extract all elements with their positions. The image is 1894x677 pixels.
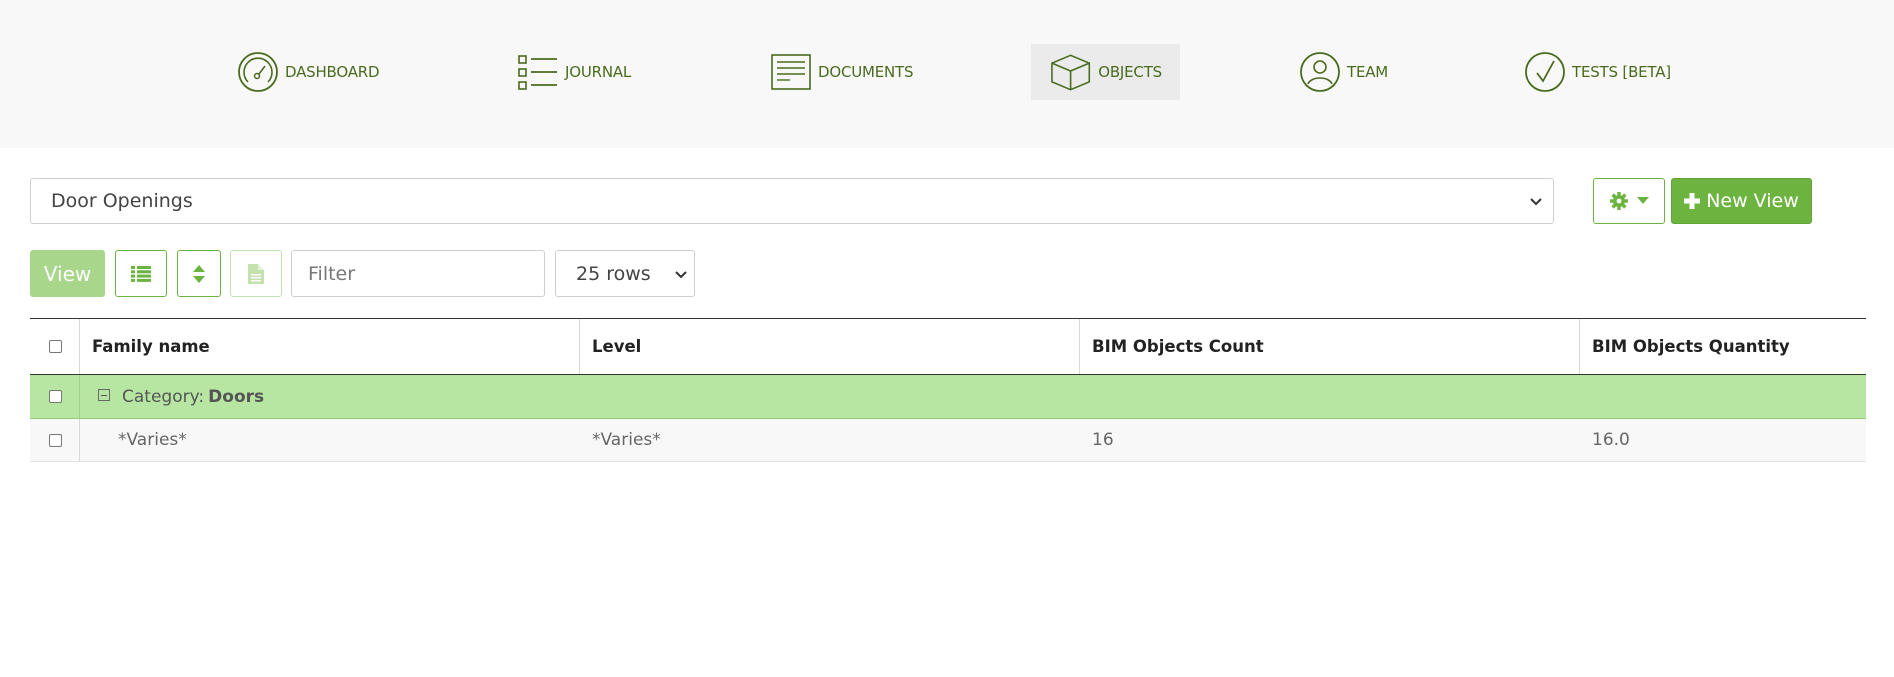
document-icon: [248, 263, 264, 284]
group-label: Category: Doors: [98, 375, 264, 418]
new-view-label: New View: [1706, 190, 1799, 212]
list-view-button[interactable]: [115, 250, 167, 297]
nav-dashboard-label: DASHBOARD: [285, 63, 380, 81]
new-view-button[interactable]: New View: [1671, 178, 1812, 224]
objects-cube-icon: [1051, 54, 1091, 91]
view-button-label: View: [43, 261, 92, 286]
column-header-label: BIM Objects Quantity: [1592, 337, 1790, 356]
nav-objects[interactable]: OBJECTS: [1031, 44, 1180, 100]
dashboard-gauge-icon: [238, 52, 278, 92]
view-selector-value: Door Openings: [51, 190, 193, 212]
objects-table: Family name Level BIM Objects Count BIM …: [30, 318, 1866, 462]
nav-dashboard[interactable]: DASHBOARD: [219, 44, 397, 100]
table-row[interactable]: *Varies* *Varies* 16 16.0: [30, 419, 1866, 462]
cell-text: *Varies*: [118, 430, 187, 450]
collapse-icon[interactable]: [98, 388, 110, 401]
cell-level: *Varies*: [592, 419, 661, 461]
tests-check-icon: [1525, 52, 1565, 92]
group-prefix: Category:: [122, 386, 205, 407]
group-name: Doors: [208, 386, 265, 407]
select-all-checkbox[interactable]: [48, 340, 62, 353]
nav-team-label: TEAM: [1347, 63, 1389, 81]
group-checkbox[interactable]: [48, 390, 62, 403]
table-header: Family name Level BIM Objects Count BIM …: [30, 318, 1866, 375]
plus-icon: [1684, 193, 1701, 209]
nav-documents-label: DOCUMENTS: [818, 63, 914, 81]
cell-bim-objects-quantity: 16.0: [1592, 419, 1630, 461]
rows-per-page-select[interactable]: 25 rows: [555, 250, 695, 297]
journal-list-icon: [518, 55, 557, 90]
column-header-family-name[interactable]: Family name: [80, 319, 580, 374]
column-header-level[interactable]: Level: [580, 319, 1080, 374]
rows-per-page-value: 25 rows: [576, 262, 651, 285]
column-header-label: BIM Objects Count: [1092, 337, 1264, 356]
column-header-label: Family name: [92, 337, 210, 356]
nav-journal[interactable]: JOURNAL: [499, 44, 649, 100]
select-all-cell: [30, 319, 80, 374]
row-checkbox[interactable]: [48, 433, 62, 447]
column-divider: [79, 419, 80, 461]
column-header-bim-objects-count[interactable]: BIM Objects Count: [1080, 319, 1580, 374]
nav-documents[interactable]: DOCUMENTS: [752, 44, 931, 100]
nav-journal-label: JOURNAL: [565, 63, 632, 81]
column-header-label: Level: [592, 337, 642, 356]
cell-text: 16: [1092, 430, 1114, 450]
view-selector[interactable]: Door Openings: [30, 178, 1554, 224]
export-button[interactable]: [230, 250, 282, 297]
documents-icon: [771, 54, 811, 90]
cell-bim-objects-count: 16: [1092, 419, 1114, 461]
cell-family-name: *Varies*: [118, 419, 187, 461]
filter-input[interactable]: [291, 250, 545, 297]
nav-team[interactable]: TEAM: [1281, 44, 1406, 100]
caret-down-icon: [1637, 197, 1649, 204]
cell-text: 16.0: [1592, 430, 1630, 450]
sort-icon: [193, 264, 205, 283]
column-divider: [79, 375, 80, 418]
view-button[interactable]: View: [30, 250, 105, 297]
chevron-down-icon: [1530, 198, 1542, 206]
sort-button[interactable]: [177, 250, 221, 297]
row-select-cell: [30, 419, 80, 461]
nav-objects-label: OBJECTS: [1098, 63, 1162, 81]
settings-dropdown-button[interactable]: [1593, 178, 1665, 224]
group-row-doors[interactable]: Category: Doors: [30, 375, 1866, 419]
list-icon: [131, 265, 151, 282]
team-user-icon: [1300, 52, 1340, 92]
nav-tests-label: TESTS [BETA]: [1572, 63, 1671, 81]
column-header-bim-objects-quantity[interactable]: BIM Objects Quantity: [1580, 319, 1866, 374]
group-select-cell: [30, 375, 80, 418]
cell-text: *Varies*: [592, 430, 661, 450]
gear-icon: [1610, 192, 1628, 210]
top-navigation: DASHBOARD JOURNAL DOCUMENTS OBJECTS TEAM…: [0, 0, 1894, 148]
nav-tests[interactable]: TESTS [BETA]: [1506, 44, 1689, 100]
chevron-down-icon: [675, 271, 687, 279]
